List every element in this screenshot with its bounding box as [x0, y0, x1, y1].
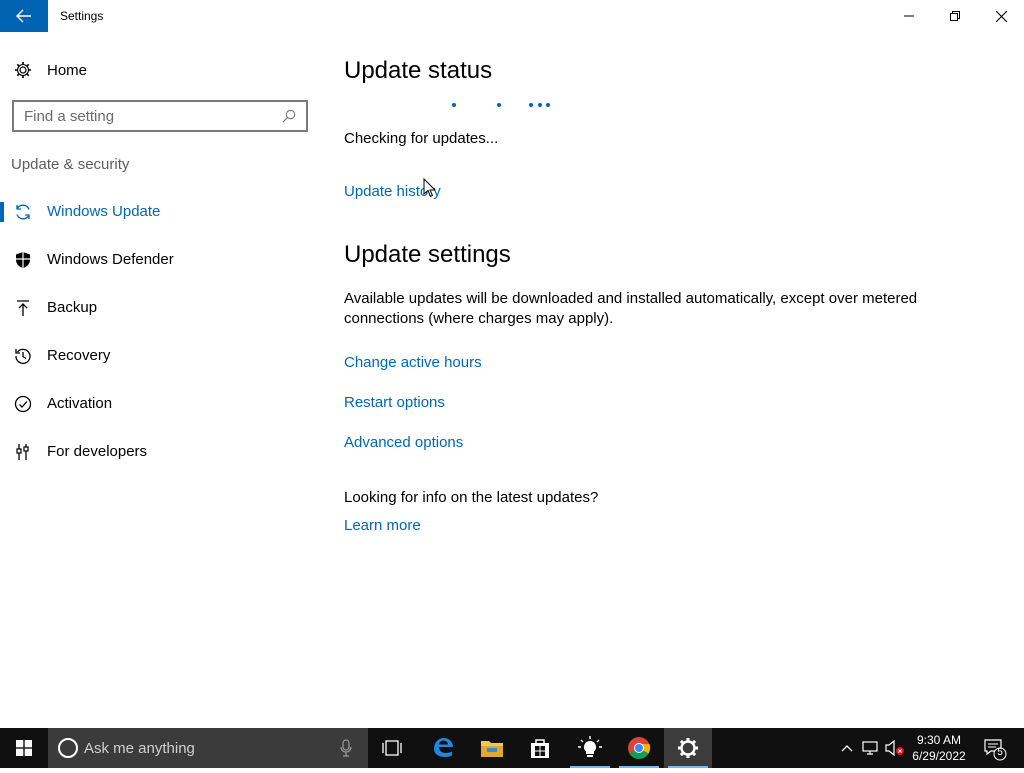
update-settings-description: Available updates will be downloaded and… [344, 290, 918, 327]
sidebar-item-label: Recovery [47, 347, 111, 364]
store-icon [531, 739, 549, 758]
volume-tray-button[interactable] [884, 728, 906, 768]
volume-muted-icon [885, 740, 904, 756]
cortana-icon [58, 738, 78, 758]
action-center-button[interactable]: 5 [980, 728, 1010, 768]
sidebar-item-label: Activation [47, 395, 113, 412]
section-heading: Update & security [11, 156, 130, 173]
show-hidden-icons-button[interactable] [838, 728, 856, 768]
clock-date: 6/29/2022 [912, 749, 966, 763]
progress-dot [497, 103, 501, 107]
settings-icon [678, 738, 698, 758]
sidebar-item-label: Backup [47, 299, 98, 316]
sidebar: Home Update & security Windows Update Wi… [0, 32, 320, 728]
search-icon[interactable] [282, 109, 296, 123]
restart-options-link[interactable]: Restart options [344, 394, 445, 411]
developer-tools-icon [16, 444, 29, 460]
tips-icon [578, 736, 602, 757]
progress-dot [546, 103, 550, 107]
home-label: Home [47, 61, 88, 79]
notification-count-badge: 5 [997, 747, 1003, 758]
taskbar: Ask me anything 9:30 AM 6/29/2022 5 [0, 728, 1024, 768]
advanced-options-link[interactable]: Advanced options [344, 434, 463, 451]
history-icon [15, 348, 31, 364]
progress-dot [529, 103, 533, 107]
task-view-icon [382, 740, 402, 756]
notification-icon [984, 739, 1007, 761]
sync-icon [16, 204, 30, 220]
clock-time: 9:30 AM [916, 733, 962, 747]
edge-button[interactable] [419, 728, 467, 768]
file-explorer-button[interactable] [468, 728, 516, 768]
sidebar-item-windows-update[interactable]: Windows Update [0, 192, 320, 232]
update-settings-heading: Update settings [344, 241, 511, 268]
minimize-icon [904, 15, 914, 17]
change-active-hours-link[interactable]: Change active hours [344, 354, 482, 371]
update-status-heading: Update status [344, 57, 493, 84]
sidebar-item-recovery[interactable]: Recovery [0, 336, 320, 376]
sidebar-item-label: Windows Update [47, 203, 161, 220]
settings-search-input[interactable] [24, 107, 282, 125]
mouse-cursor-icon [423, 178, 435, 198]
window-title: Settings [60, 9, 104, 23]
task-view-button[interactable] [368, 728, 416, 768]
taskbar-search-box[interactable]: Ask me anything [48, 728, 368, 768]
start-button[interactable] [0, 728, 48, 768]
restore-button[interactable] [932, 0, 978, 32]
update-status-text: Checking for updates... [344, 130, 499, 147]
microphone-icon[interactable] [340, 739, 352, 757]
chrome-button[interactable] [615, 728, 663, 768]
chevron-up-icon [841, 745, 853, 752]
sidebar-item-activation[interactable]: Activation [0, 384, 320, 424]
network-tray-button[interactable] [860, 728, 882, 768]
home-nav-item[interactable]: Home [14, 58, 87, 82]
store-button[interactable] [516, 728, 564, 768]
sidebar-item-for-developers[interactable]: For developers [0, 432, 320, 472]
backup-arrow-icon [17, 300, 29, 316]
close-icon [995, 10, 1007, 22]
latest-updates-question: Looking for info on the latest updates? [344, 489, 599, 506]
progress-dot [452, 103, 456, 107]
minimize-button[interactable] [886, 0, 932, 32]
sidebar-item-label: For developers [47, 443, 148, 460]
sidebar-item-label: Windows Defender [47, 251, 174, 268]
settings-search-box[interactable] [12, 100, 308, 132]
title-bar: Settings [0, 0, 1024, 32]
settings-button[interactable] [664, 728, 712, 768]
edge-icon [434, 738, 453, 757]
taskbar-clock[interactable]: 9:30 AM 6/29/2022 [906, 732, 972, 764]
file-explorer-icon [481, 741, 503, 757]
checkmark-circle-icon [14, 395, 32, 413]
tips-button[interactable] [566, 728, 614, 768]
progress-dots [452, 103, 572, 109]
restore-icon [950, 11, 960, 21]
shield-icon [16, 252, 30, 268]
back-button[interactable] [0, 0, 48, 32]
gear-icon [15, 62, 31, 78]
progress-dot [538, 103, 542, 107]
windows-logo-icon [16, 740, 32, 756]
network-icon [862, 741, 878, 755]
taskbar-search-placeholder: Ask me anything [84, 740, 195, 757]
chrome-icon [628, 737, 651, 759]
close-button[interactable] [978, 0, 1024, 32]
back-arrow-icon [16, 9, 31, 23]
learn-more-link[interactable]: Learn more [344, 517, 421, 534]
sidebar-item-windows-defender[interactable]: Windows Defender [0, 240, 320, 280]
sidebar-item-backup[interactable]: Backup [0, 288, 320, 328]
